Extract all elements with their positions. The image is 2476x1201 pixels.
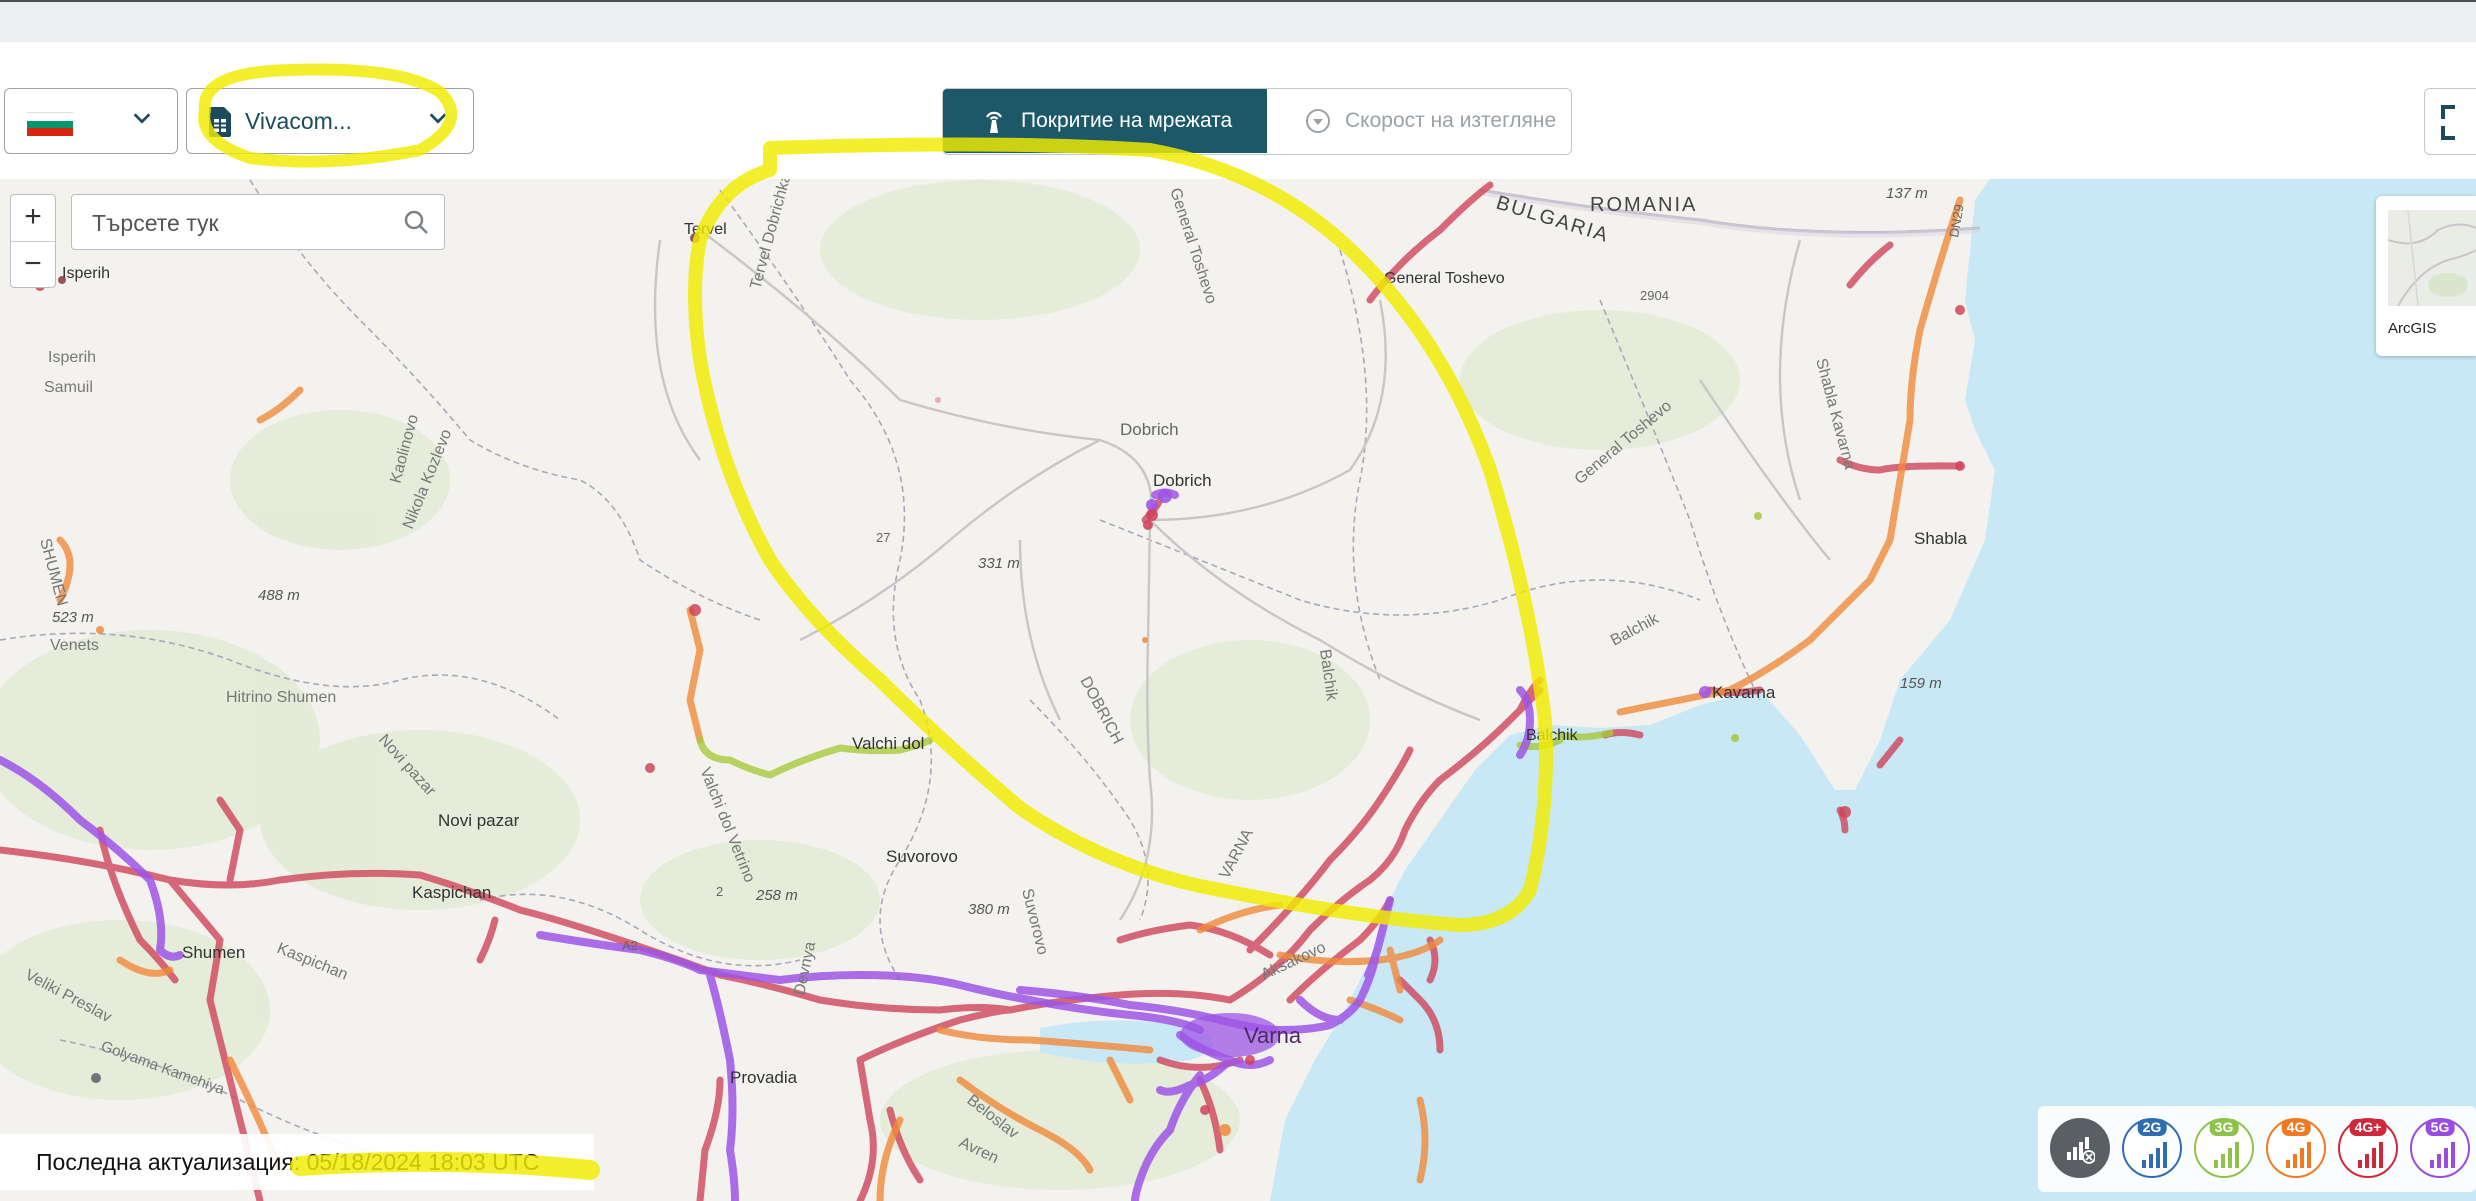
chevron-down-icon [427,107,449,129]
label-suvorovo: Suvorovo [886,847,958,866]
basemap-thumbnail [2388,210,2476,306]
mode-toggle: Покритие на мрежата Скорост на изтегляне [942,88,1572,155]
label-venets: Venets [50,637,99,654]
label-elevation-488: 488 m [258,587,300,604]
signal-2g-icon [2142,1142,2167,1168]
tab-download-speed-label: Скорост на изтегляне [1345,109,1557,132]
map-search [71,194,445,250]
fullscreen-icon [2441,105,2455,140]
legend-no-signal[interactable] [2050,1118,2110,1178]
signal-5g-icon [2430,1142,2455,1168]
label-romania: ROMANIA [1590,194,1697,216]
legend-5g[interactable]: 5G [2410,1118,2470,1178]
sim-card-icon [207,106,233,138]
label-shumen: Shumen [182,943,245,962]
label-isperih-municipality: Isperih [48,349,96,366]
label-hitrino: Hitrino Shumen [226,689,336,706]
legend-5g-tag: 5G [2425,1119,2455,1136]
label-elevation-523: 523 m [52,609,94,626]
last-update-bar: Последна актуализация : 05/18/2024 18:03… [0,1134,594,1190]
label-varna: Varna [1244,1023,1302,1048]
label-elevation-258: 258 m [755,887,798,904]
signal-3g-icon [2214,1142,2239,1168]
zoom-control: + − [10,194,56,288]
label-samuil: Samuil [44,379,93,396]
label-balchik: Balchik [1526,727,1579,744]
map-canvas: ROMANIA BULGARIA Tervel Isperih Isperih … [0,179,2476,1201]
label-road-2904: 2904 [1640,288,1669,303]
label-road-2: 2 [716,884,723,899]
basemap-label: ArcGIS [2388,320,2437,337]
label-tervel: Tervel [684,221,727,238]
label-shabla: Shabla [1914,529,1967,548]
label-dobrich-region: Dobrich [1120,420,1179,439]
label-kavarna: Kavarna [1712,683,1776,702]
no-signal-icon [2067,1137,2095,1164]
label-elevation-380: 380 m [968,901,1010,918]
tab-network-coverage-label: Покритие на мрежата [1021,109,1233,132]
zoom-out-button[interactable]: − [11,242,55,288]
search-input[interactable] [90,207,394,239]
legend-2g-tag: 2G [2137,1119,2167,1136]
legend-3g[interactable]: 3G [2194,1118,2254,1178]
browser-top-strip [0,0,2476,42]
signal-tower-icon [981,108,1007,134]
coverage-map[interactable]: ROMANIA BULGARIA Tervel Isperih Isperih … [0,179,2476,1201]
fullscreen-button[interactable] [2424,88,2476,155]
label-novi-pazar: Novi pazar [438,811,520,830]
label-valchi-dol: Valchi dol [852,734,924,753]
label-general-toshevo: General Toshevo [1384,270,1505,287]
country-selector[interactable] [4,88,178,154]
legend-3g-tag: 3G [2209,1119,2239,1136]
label-isperih: Isperih [62,265,110,282]
signal-4g-plus-icon [2358,1142,2383,1168]
legend-4g[interactable]: 4G [2266,1118,2326,1178]
tab-download-speed[interactable]: Скорост на изтегляне [1267,89,1567,153]
signal-4g-icon [2286,1142,2311,1168]
zoom-in-button[interactable]: + [11,195,55,242]
label-dobrich: Dobrich [1153,471,1212,490]
last-update-label: Последна актуализация [36,1148,294,1175]
basemap-switcher[interactable]: ArcGIS [2376,196,2476,356]
label-elevation-137: 137 m [1886,185,1928,202]
technology-legend: 2G 3G 4G 4G+ 5G [2038,1106,2476,1192]
label-elevation-159: 159 m [1900,675,1942,692]
label-provadia: Provadia [730,1068,798,1087]
operator-label: Vivacom... [245,108,352,134]
chevron-down-icon [131,107,153,129]
label-kaspichan: Kaspichan [412,883,491,902]
search-icon[interactable] [402,208,430,236]
label-elevation-331: 331 m [978,555,1020,572]
tab-network-coverage[interactable]: Покритие на мрежата [943,89,1267,153]
legend-4g-plus[interactable]: 4G+ [2338,1118,2398,1178]
download-speed-icon [1305,108,1331,134]
legend-2g[interactable]: 2G [2122,1118,2182,1178]
label-road-27: 27 [876,530,890,545]
label-road-a2: A2 [622,938,638,953]
legend-4g-tag: 4G [2281,1119,2311,1136]
bulgaria-flag-icon [27,112,73,137]
legend-4g-plus-tag: 4G+ [2349,1119,2387,1136]
last-update-value: : 05/18/2024 18:03 UTC [293,1148,540,1175]
operator-selector[interactable]: Vivacom... [186,88,474,154]
